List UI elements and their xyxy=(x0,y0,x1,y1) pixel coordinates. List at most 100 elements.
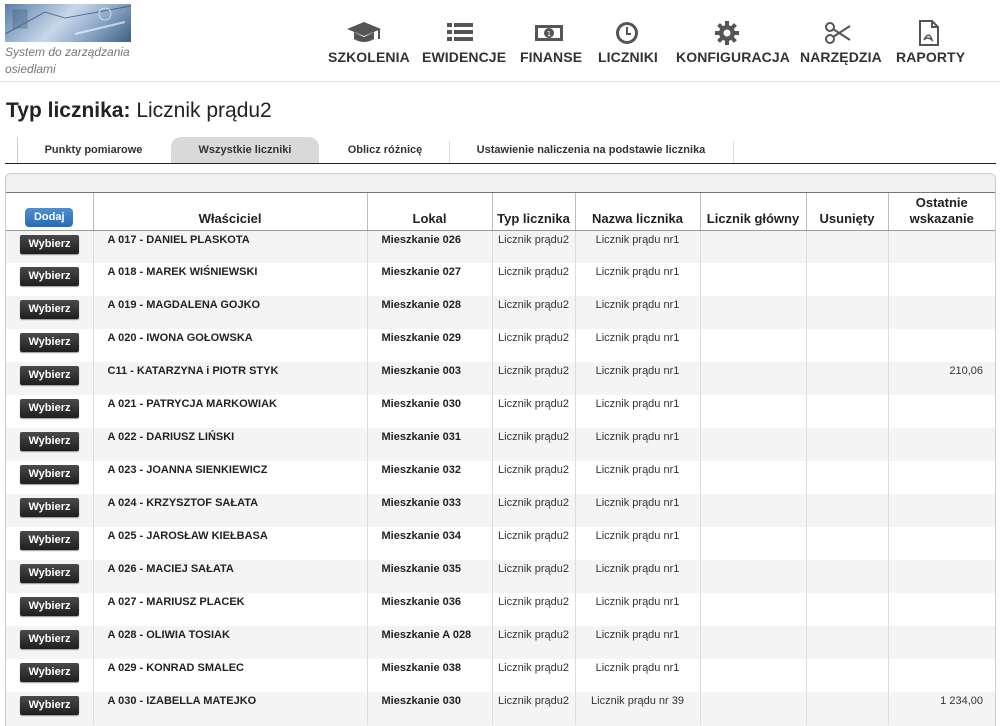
table-row[interactable]: Wybierz A 027 - MARIUSZ PLACEK Mieszkanie … xyxy=(6,593,995,626)
table-header-row: Dodaj Właściciel Lokal Typ licznika Nazw… xyxy=(6,193,995,231)
tab-ustawienie-naliczenia[interactable]: Ustawienie naliczenia na podstawie liczn… xyxy=(451,137,731,163)
cell-nazwa: Licznik prądu nr1 xyxy=(574,230,700,263)
select-button[interactable]: Wybierz xyxy=(20,366,79,385)
table-row[interactable]: Wybierz A 026 - MACIEJ SAŁATA Mieszkanie 0… xyxy=(6,560,995,593)
nav-finanse[interactable]: 1 FINANSE xyxy=(520,20,582,70)
table-row[interactable]: Wybierz A 029 - KONRAD SMALEC Mieszkanie 0… xyxy=(6,659,995,692)
table-row[interactable]: Wybierz A 018 - MAREK WIŚNIEWSKI Mieszkani… xyxy=(6,263,995,296)
nav-ewidencje[interactable]: EWIDENCJE xyxy=(422,20,507,70)
table-row[interactable]: Wybierz A 021 - PATRYCJA MARKOWIAK Mieszka… xyxy=(6,395,995,428)
nav-label: KONFIGURACJA xyxy=(676,49,790,65)
table-row[interactable]: Wybierz A 025 - JAROSŁAW KIEŁBASA Mieszkan… xyxy=(6,527,995,560)
table-row[interactable]: Wybierz A 019 - MAGDALENA GOJKO Mieszkanie… xyxy=(6,296,995,329)
select-button[interactable]: Wybierz xyxy=(20,234,79,254)
cell-lokal: Mieszkanie 035 xyxy=(366,560,492,593)
tab-wszystkie-liczniki[interactable]: Wszystkie liczniki xyxy=(171,137,319,163)
cell-typ: Licznik prądu2 xyxy=(491,395,575,428)
header-typ[interactable]: Typ licznika xyxy=(491,193,575,231)
cell-lokal: Mieszkanie 027 xyxy=(366,263,492,296)
header-glowny[interactable]: Licznik główny xyxy=(699,193,806,231)
nav-label: EWIDENCJE xyxy=(422,49,507,65)
cell-glowny xyxy=(699,329,806,362)
logo-image[interactable] xyxy=(5,4,131,42)
table-row[interactable]: Wybierz C11 - KATARZYNA i PIOTR STYK Miesz… xyxy=(6,362,995,395)
cell-nazwa: Licznik prądu nr1 xyxy=(574,593,700,626)
table-row[interactable]: Wybierz A 022 - DARIUSZ LIŃSKI Mieszkanie … xyxy=(6,428,995,461)
cell-owner: A 025 - JAROSŁAW KIEŁBASA xyxy=(92,527,367,560)
cell-nazwa: Licznik prądu nr 39 xyxy=(574,692,700,725)
cell-typ: Licznik prądu2 xyxy=(491,527,575,560)
cell-glowny xyxy=(699,263,806,296)
select-button[interactable]: Wybierz xyxy=(20,267,79,286)
cell-action: Wybierz xyxy=(6,428,93,461)
cell-nazwa: Licznik prądu nr1 xyxy=(574,329,700,362)
cell-owner: A 023 - JOANNA SIENKIEWICZ xyxy=(92,461,367,494)
select-button[interactable]: Wybierz xyxy=(20,300,79,319)
cell-owner: A 017 - DANIEL PLASKOTA xyxy=(92,230,367,263)
panel-toolbar xyxy=(6,174,995,193)
header-ostatnie[interactable]: Ostatnie wskazanie xyxy=(887,193,995,231)
tab-bar: Punkty pomiarowe Wszystkie liczniki Obli… xyxy=(5,137,996,164)
select-button[interactable]: Wybierz xyxy=(20,696,79,715)
select-button[interactable]: Wybierz xyxy=(20,597,79,616)
cell-nazwa: Licznik prądu nr1 xyxy=(574,659,700,692)
cell-usuniety xyxy=(805,659,888,692)
cell-ostatnie xyxy=(887,593,995,626)
select-button[interactable]: Wybierz xyxy=(20,399,79,418)
nav-raporty[interactable]: RAPORTY xyxy=(896,20,965,70)
table-row[interactable]: Wybierz A 030 - IZABELLA MATEJKO Mieszkani… xyxy=(6,692,995,725)
select-button[interactable]: Wybierz xyxy=(20,630,79,649)
table-row[interactable]: Wybierz A 024 - KRZYSZTOF SAŁATA Mieszkani… xyxy=(6,494,995,527)
select-button[interactable]: Wybierz xyxy=(20,465,79,484)
nav-narzedzia[interactable]: NARZĘDZIA xyxy=(800,20,882,70)
tab-punkty-pomiarowe[interactable]: Punkty pomiarowe xyxy=(17,137,169,163)
select-button[interactable]: Wybierz xyxy=(20,564,79,583)
page-title-value: Licznik prądu2 xyxy=(136,99,272,122)
cell-glowny xyxy=(699,230,806,263)
cell-glowny xyxy=(699,593,806,626)
cell-lokal: Mieszkanie 030 xyxy=(366,692,492,725)
cell-usuniety xyxy=(805,230,888,263)
cell-glowny xyxy=(699,461,806,494)
cell-typ: Licznik prądu2 xyxy=(491,692,575,725)
cell-usuniety xyxy=(805,296,888,329)
table-row[interactable]: Wybierz A 020 - IWONA GOŁOWSKA Mieszkanie … xyxy=(6,329,995,362)
cell-ostatnie xyxy=(887,230,995,263)
cell-lokal: Mieszkanie 036 xyxy=(366,593,492,626)
select-button[interactable]: Wybierz xyxy=(20,663,79,682)
header-nazwa[interactable]: Nazwa licznika xyxy=(574,193,700,231)
nav-szkolenia[interactable]: SZKOLENIA xyxy=(328,20,410,70)
cell-lokal: Mieszkanie 028 xyxy=(366,296,492,329)
table-row[interactable]: Wybierz A 023 - JOANNA SIENKIEWICZ Mieszka… xyxy=(6,461,995,494)
cell-lokal: Mieszkanie 034 xyxy=(366,527,492,560)
table-row[interactable]: Wybierz A 028 - OLIWIA TOSIAK Mieszkanie A… xyxy=(6,626,995,659)
cell-usuniety xyxy=(805,692,888,725)
select-button[interactable]: Wybierz xyxy=(20,333,79,352)
select-button[interactable]: Wybierz xyxy=(20,498,79,517)
cell-nazwa: Licznik prądu nr1 xyxy=(574,362,700,395)
cell-ostatnie xyxy=(887,494,995,527)
nav-konfiguracja[interactable]: KONFIGURACJA xyxy=(676,20,790,70)
cell-nazwa: Licznik prądu nr1 xyxy=(574,527,700,560)
cell-glowny xyxy=(699,494,806,527)
tab-separator xyxy=(449,141,450,163)
table-row[interactable]: Wybierz A 017 - DANIEL PLASKOTA Mieszkanie… xyxy=(6,230,995,263)
cell-typ: Licznik prądu2 xyxy=(491,593,575,626)
cell-action: Wybierz xyxy=(6,461,93,494)
cell-nazwa: Licznik prądu nr1 xyxy=(574,560,700,593)
add-button[interactable]: Dodaj xyxy=(25,207,74,227)
select-button[interactable]: Wybierz xyxy=(20,432,79,451)
select-button[interactable]: Wybierz xyxy=(20,531,79,550)
cell-owner: A 030 - IZABELLA MATEJKO xyxy=(92,692,367,725)
header-usuniety[interactable]: Usunięty xyxy=(805,193,888,231)
cell-nazwa: Licznik prądu nr1 xyxy=(574,296,700,329)
cell-typ: Licznik prądu2 xyxy=(491,659,575,692)
tab-oblicz-roznice[interactable]: Oblicz różnicę xyxy=(321,137,449,163)
cell-usuniety xyxy=(805,428,888,461)
cell-usuniety xyxy=(805,494,888,527)
header-owner[interactable]: Właściciel xyxy=(92,193,367,231)
cell-owner: A 020 - IWONA GOŁOWSKA xyxy=(92,329,367,362)
cell-nazwa: Licznik prądu nr1 xyxy=(574,428,700,461)
header-lokal[interactable]: Lokal xyxy=(366,193,492,231)
nav-liczniki[interactable]: LICZNIKI xyxy=(598,20,658,70)
